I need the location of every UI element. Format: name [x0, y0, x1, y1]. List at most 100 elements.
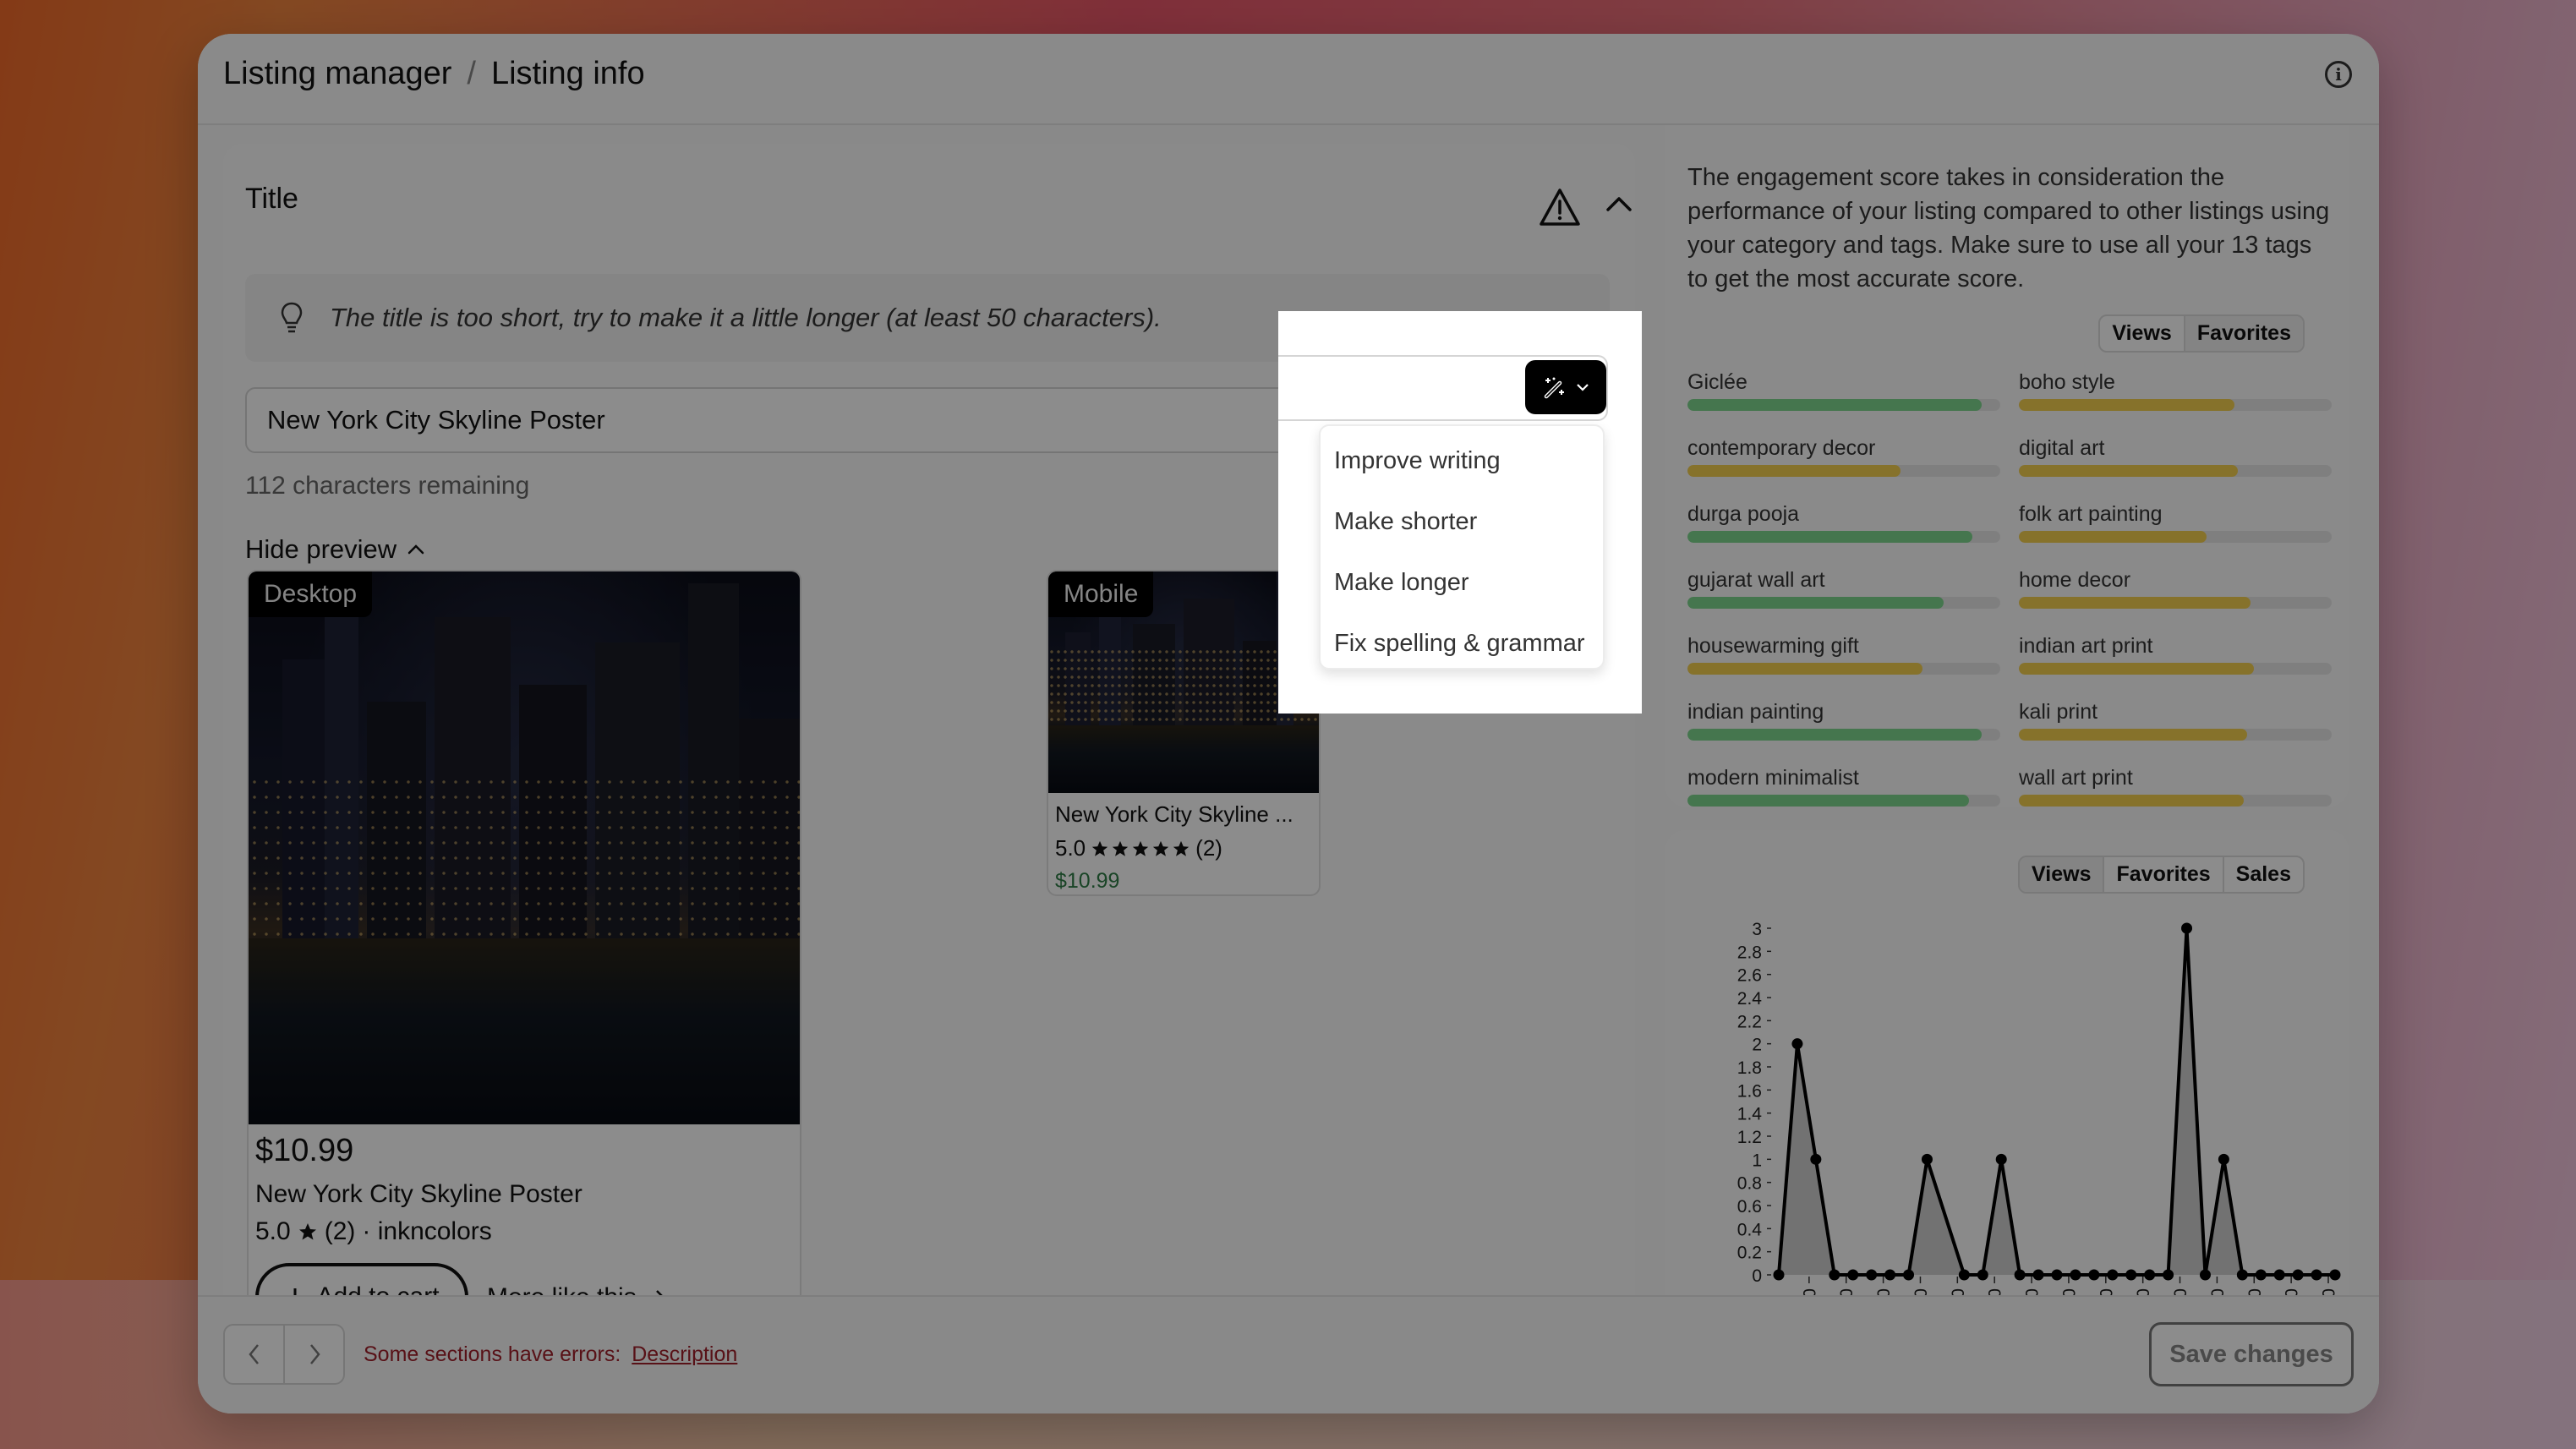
toggle-favorites[interactable]: Favorites — [2185, 316, 2303, 351]
chevron-up-icon — [407, 544, 424, 555]
data-point — [1903, 1269, 1915, 1281]
tag-label: housewarming gift — [1687, 634, 1859, 658]
tag-score-bar — [2019, 663, 2332, 675]
desktop-preview: Desktop $10.99 New York City Skyline Pos… — [247, 570, 801, 1331]
data-point — [2088, 1269, 2100, 1281]
engagement-toggle: Views Favorites — [2098, 314, 2305, 353]
previous-button[interactable] — [225, 1326, 285, 1383]
y-tick-label: 0.8 — [1737, 1174, 1762, 1194]
data-point — [2032, 1269, 2044, 1281]
tag-score-fill — [1687, 399, 1982, 411]
data-point — [1884, 1269, 1896, 1281]
y-tick-label: 2.4 — [1737, 989, 1763, 1009]
tag-label: gujarat wall art — [1687, 568, 1825, 592]
window-header: Listing manager / Listing info i — [198, 34, 2379, 125]
hide-preview-toggle[interactable]: Hide preview — [245, 534, 425, 565]
y-tick-label: 1.4 — [1737, 1105, 1763, 1124]
ai-assist-button[interactable] — [1525, 360, 1606, 414]
ai-menu-item[interactable]: Make longer — [1321, 556, 1603, 617]
tag-score-bar — [2019, 531, 2332, 543]
save-changes-button[interactable]: Save changes — [2149, 1322, 2354, 1386]
tag-label: indian painting — [1687, 700, 1824, 724]
data-point — [2014, 1269, 2026, 1281]
tag-label: Giclée — [1687, 370, 1747, 394]
ai-menu-item[interactable]: Make shorter — [1321, 495, 1603, 556]
chevron-left-icon — [248, 1344, 259, 1364]
chevron-down-icon — [1577, 384, 1589, 391]
y-tick-label: 2.2 — [1737, 1012, 1762, 1031]
data-point — [1977, 1269, 1988, 1281]
next-button[interactable] — [285, 1326, 343, 1383]
data-point — [1995, 1153, 2007, 1165]
tag-score-fill — [1687, 531, 1972, 543]
views-area — [1779, 928, 2335, 1275]
data-point — [2255, 1269, 2267, 1281]
star-rating — [1091, 839, 1190, 858]
tag-score-bar — [1687, 663, 2000, 675]
tag-score-fill — [2019, 531, 2207, 543]
info-circle-icon[interactable]: i — [2325, 61, 2352, 88]
listing-rating: 5.0 (2) · inkncolors — [255, 1217, 492, 1246]
stats-section: Views Favorites Sales 0 0.2 0.4 0.6 0.8 1 1.2 1… — [1665, 830, 2349, 1337]
tag-score-item: home decor — [2019, 568, 2332, 609]
data-point — [2311, 1269, 2322, 1281]
data-point — [2329, 1269, 2341, 1281]
listing-photo: Desktop — [249, 571, 800, 1124]
shop-name: · inkncolors — [362, 1217, 492, 1245]
chars-remaining: 112 characters remaining — [245, 472, 530, 500]
y-tick-label: 0.4 — [1737, 1220, 1763, 1239]
views-chart: 0 0.2 0.4 0.6 0.8 1 1.2 1.4 1.6 1.8 2 2.2 2.4 2.6 2.8 3… — [1737, 920, 2341, 1333]
tag-scores: Giclée boho style contemporary decor digita… — [1687, 370, 2332, 807]
y-tick-label: 2 — [1752, 1036, 1762, 1055]
tag-score-item: gujarat wall art — [1687, 568, 2000, 609]
rating-value: 5.0 — [255, 1217, 291, 1245]
tag-score-fill — [1687, 795, 1969, 807]
star-icon — [1132, 840, 1149, 856]
tag-score-fill — [1687, 597, 1944, 609]
y-tick-label: 2.6 — [1737, 966, 1762, 986]
data-point — [1866, 1269, 1878, 1281]
data-point — [2199, 1269, 2211, 1281]
tag-score-fill — [1687, 465, 1901, 477]
data-point — [2218, 1153, 2229, 1165]
tag-score-item: folk art painting — [2019, 502, 2332, 543]
y-tick-label: 0.2 — [1737, 1244, 1762, 1263]
tag-score-bar — [2019, 465, 2332, 477]
y-tick-label: 0 — [1752, 1266, 1762, 1286]
tag-score-bar — [1687, 465, 2000, 477]
toggle-views[interactable]: Views — [2100, 316, 2185, 351]
engagement-section: The engagement score takes in considerat… — [1665, 125, 2349, 807]
data-point — [2181, 922, 2193, 934]
tag-score-fill — [2019, 597, 2251, 609]
data-point — [1773, 1269, 1785, 1281]
app-window: Listing manager / Listing info i Title T… — [198, 34, 2379, 1413]
data-point — [2236, 1269, 2248, 1281]
ai-menu-item[interactable]: Improve writing — [1321, 435, 1603, 495]
tag-score-fill — [2019, 729, 2248, 741]
hint-text: The title is too short, try to make it a… — [330, 303, 1162, 332]
listing-price: $10.99 — [1055, 869, 1120, 893]
chevron-up-icon[interactable] — [1605, 194, 1633, 213]
tag-label: kali print — [2019, 700, 2098, 724]
tag-score-bar — [1687, 399, 2000, 411]
preview-label: Desktop — [249, 571, 373, 617]
tag-score-fill — [2019, 399, 2235, 411]
tag-label: contemporary decor — [1687, 436, 1876, 460]
data-point — [1847, 1269, 1859, 1281]
tag-score-fill — [2019, 663, 2254, 675]
data-point — [2292, 1269, 2304, 1281]
data-point — [1829, 1269, 1840, 1281]
error-link-description[interactable]: Description — [632, 1342, 737, 1366]
y-tick-label: 1.8 — [1737, 1058, 1762, 1078]
chevron-right-icon — [309, 1344, 320, 1364]
tag-label: wall art print — [2019, 766, 2133, 790]
data-point — [2125, 1269, 2137, 1281]
breadcrumb-listing-manager[interactable]: Listing manager — [223, 56, 451, 92]
tag-score-item: contemporary decor — [1687, 436, 2000, 477]
tag-score-item: Giclée — [1687, 370, 2000, 411]
ai-menu-item[interactable]: Fix spelling & grammar — [1321, 617, 1603, 678]
tag-score-fill — [1687, 729, 1982, 741]
data-point — [2144, 1269, 2156, 1281]
tag-score-bar — [2019, 597, 2332, 609]
listing-title: New York City Skyline Poster — [255, 1180, 582, 1208]
